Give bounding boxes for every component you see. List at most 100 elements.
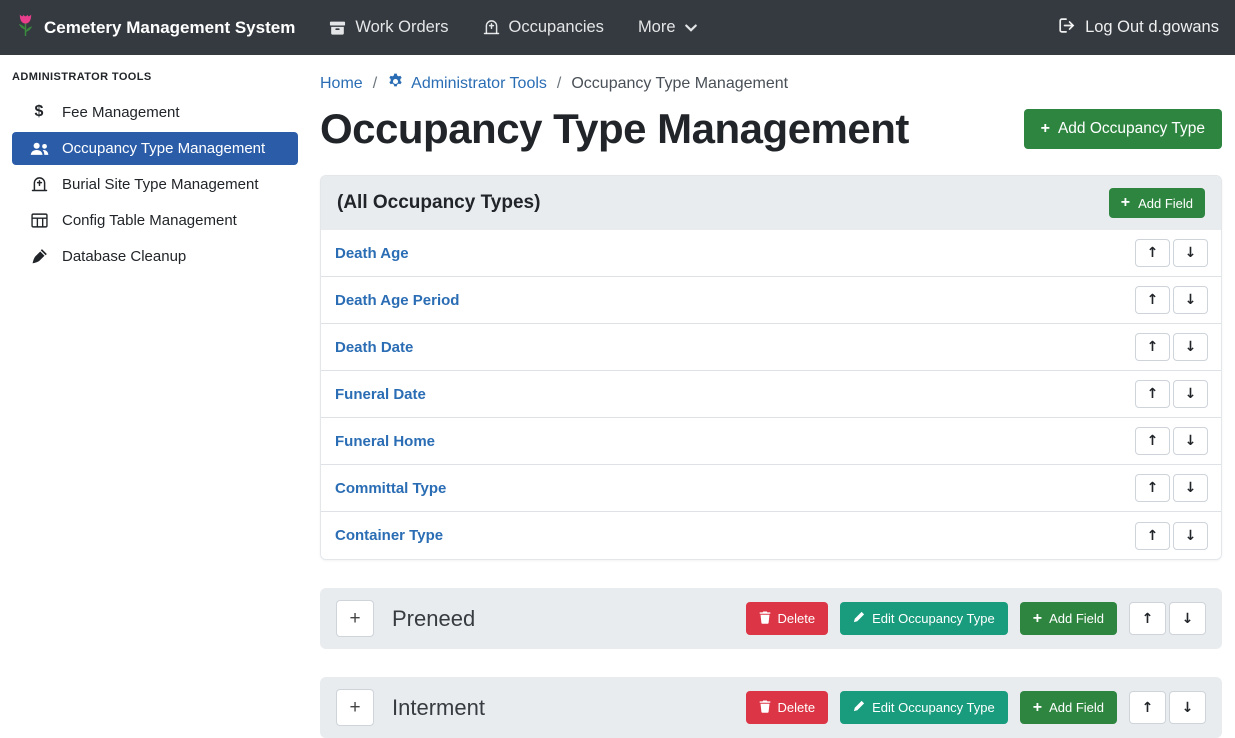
- edit-label: Edit Occupancy Type: [872, 611, 995, 626]
- plus-icon: +: [349, 608, 360, 630]
- move-down-button[interactable]: ↓: [1173, 239, 1208, 267]
- move-down-button[interactable]: ↓: [1173, 522, 1208, 550]
- move-down-button[interactable]: ↓: [1169, 602, 1206, 635]
- field-link[interactable]: Death Age: [335, 245, 409, 262]
- sidebar-item-config-table-management[interactable]: Config Table Management: [12, 204, 298, 237]
- reorder-controls: ↑ ↓: [1135, 522, 1208, 550]
- move-down-button[interactable]: ↓: [1173, 286, 1208, 314]
- sidebar-item-fee-management[interactable]: $ Fee Management: [12, 95, 298, 129]
- move-down-button[interactable]: ↓: [1173, 380, 1208, 408]
- add-field-button[interactable]: + Add Field: [1020, 602, 1117, 635]
- add-occupancy-type-button[interactable]: + Add Occupancy Type: [1024, 109, 1222, 149]
- arrow-up-icon: ↑: [1147, 245, 1159, 261]
- section-name: Preneed: [392, 606, 475, 632]
- reorder-controls: ↑ ↓: [1129, 602, 1206, 635]
- sidebar-item-occupancy-type-management[interactable]: Occupancy Type Management: [12, 132, 298, 165]
- field-link[interactable]: Committal Type: [335, 480, 446, 497]
- move-down-button[interactable]: ↓: [1173, 333, 1208, 361]
- section-actions: Delete Edit Occupancy Type + Add Field ↑: [746, 691, 1206, 724]
- arrow-down-icon: ↓: [1185, 433, 1197, 449]
- arrow-down-icon: ↓: [1185, 386, 1197, 402]
- move-down-button[interactable]: ↓: [1173, 427, 1208, 455]
- breadcrumb-home-link[interactable]: Home: [320, 75, 363, 93]
- add-field-label: Add Field: [1049, 700, 1104, 715]
- arrow-down-icon: ↓: [1185, 480, 1197, 496]
- nav-more-label: More: [638, 18, 676, 37]
- move-up-button[interactable]: ↑: [1129, 691, 1166, 724]
- delete-label: Delete: [778, 700, 816, 715]
- arrow-up-icon: ↑: [1147, 339, 1159, 355]
- breadcrumb-separator: /: [557, 75, 561, 93]
- users-icon: [29, 142, 49, 156]
- field-link[interactable]: Funeral Home: [335, 433, 435, 450]
- main-content: Home / Administrator Tools / Occupancy T…: [308, 55, 1235, 738]
- section-actions: Delete Edit Occupancy Type + Add Field ↑: [746, 602, 1206, 635]
- field-row: Death Age Period ↑ ↓: [321, 277, 1221, 324]
- move-up-button[interactable]: ↑: [1135, 427, 1170, 455]
- arrow-down-icon: ↓: [1182, 700, 1194, 716]
- move-down-button[interactable]: ↓: [1173, 474, 1208, 502]
- sidebar-heading: Administrator Tools: [0, 55, 308, 92]
- field-link[interactable]: Container Type: [335, 527, 443, 544]
- chevron-down-icon: [685, 24, 697, 32]
- sidebar-item-label: Fee Management: [62, 104, 180, 121]
- field-link[interactable]: Death Age Period: [335, 292, 459, 309]
- nav-occupancies[interactable]: Occupancies: [483, 18, 604, 37]
- arrow-up-icon: ↑: [1147, 292, 1159, 308]
- move-up-button[interactable]: ↑: [1135, 474, 1170, 502]
- expand-section-button[interactable]: +: [336, 600, 374, 637]
- section-bar-interment: + Interment Delete: [320, 677, 1222, 738]
- field-row: Committal Type ↑ ↓: [321, 465, 1221, 512]
- add-field-button[interactable]: + Add Field: [1109, 188, 1205, 218]
- move-up-button[interactable]: ↑: [1135, 380, 1170, 408]
- breadcrumb-home-label: Home: [320, 75, 363, 93]
- plus-icon: +: [1033, 611, 1042, 627]
- move-up-button[interactable]: ↑: [1135, 333, 1170, 361]
- field-link[interactable]: Funeral Date: [335, 386, 426, 403]
- arrow-down-icon: ↓: [1185, 245, 1197, 261]
- nav-more[interactable]: More: [638, 18, 697, 37]
- add-field-label: Add Field: [1049, 611, 1104, 626]
- field-link[interactable]: Death Date: [335, 339, 413, 356]
- plus-icon: +: [1121, 195, 1130, 211]
- add-field-button[interactable]: + Add Field: [1020, 691, 1117, 724]
- edit-occupancy-type-button[interactable]: Edit Occupancy Type: [840, 602, 1008, 635]
- sidebar-item-label: Occupancy Type Management: [62, 140, 265, 157]
- arrow-up-icon: ↑: [1147, 433, 1159, 449]
- move-up-button[interactable]: ↑: [1135, 522, 1170, 550]
- nav-work-orders-label: Work Orders: [355, 18, 448, 37]
- breadcrumb-admin-tools-link[interactable]: Administrator Tools: [387, 73, 547, 95]
- tulip-logo-icon: [16, 12, 35, 43]
- card-header: (All Occupancy Types) + Add Field: [321, 176, 1221, 230]
- move-up-button[interactable]: ↑: [1129, 602, 1166, 635]
- edit-occupancy-type-button[interactable]: Edit Occupancy Type: [840, 691, 1008, 724]
- page-title: Occupancy Type Management: [320, 105, 909, 153]
- logout-button[interactable]: Log Out d.gowans: [1059, 18, 1219, 38]
- app-brand[interactable]: Cemetery Management System: [16, 12, 295, 43]
- delete-section-button[interactable]: Delete: [746, 602, 829, 635]
- section-name: Interment: [392, 695, 485, 721]
- edit-label: Edit Occupancy Type: [872, 700, 995, 715]
- reorder-controls: ↑ ↓: [1135, 380, 1208, 408]
- plus-icon: +: [1041, 121, 1050, 137]
- expand-section-button[interactable]: +: [336, 689, 374, 726]
- reorder-controls: ↑ ↓: [1135, 333, 1208, 361]
- nav-work-orders[interactable]: Work Orders: [329, 18, 448, 37]
- field-row: Container Type ↑ ↓: [321, 512, 1221, 559]
- sidebar-item-database-cleanup[interactable]: Database Cleanup: [12, 240, 298, 273]
- move-up-button[interactable]: ↑: [1135, 286, 1170, 314]
- add-occupancy-type-label: Add Occupancy Type: [1058, 120, 1205, 138]
- reorder-controls: ↑ ↓: [1135, 474, 1208, 502]
- field-row: Death Age ↑ ↓: [321, 230, 1221, 277]
- reorder-controls: ↑ ↓: [1135, 427, 1208, 455]
- move-down-button[interactable]: ↓: [1169, 691, 1206, 724]
- sidebar-item-burial-site-type-management[interactable]: Burial Site Type Management: [12, 168, 298, 201]
- reorder-controls: ↑ ↓: [1129, 691, 1206, 724]
- tombstone-icon: [483, 19, 500, 36]
- trash-icon: [759, 700, 771, 716]
- delete-section-button[interactable]: Delete: [746, 691, 829, 724]
- arrow-down-icon: ↓: [1185, 292, 1197, 308]
- arrow-up-icon: ↑: [1147, 386, 1159, 402]
- move-up-button[interactable]: ↑: [1135, 239, 1170, 267]
- sidebar: Administrator Tools $ Fee Management Occ…: [0, 55, 308, 738]
